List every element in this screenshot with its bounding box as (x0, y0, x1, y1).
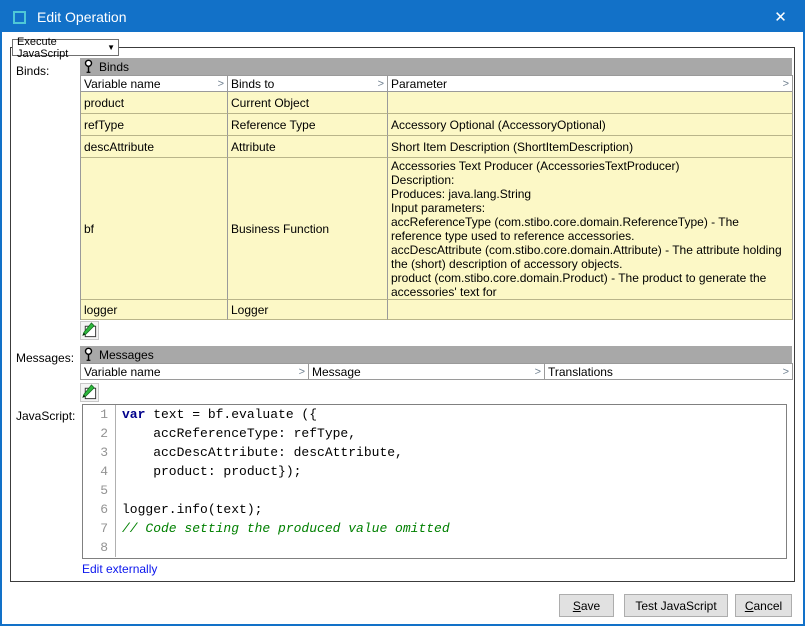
code-line: 4 product: product}); (83, 462, 786, 481)
binds-row-logger[interactable]: logger Logger (80, 300, 792, 320)
sort-icon: > (378, 78, 384, 90)
code-line: 8 (83, 538, 786, 557)
binds-row-reftype[interactable]: refType Reference Type Accessory Optiona… (80, 114, 792, 136)
messages-col-translations[interactable]: Translations > (545, 363, 793, 380)
code-line: 1 var text = bf.evaluate ({ (83, 405, 786, 424)
binds-col-parameter[interactable]: Parameter > (388, 75, 793, 92)
javascript-code-editor[interactable]: 1 var text = bf.evaluate ({ 2 accReferen… (82, 404, 787, 559)
line-number: 1 (83, 405, 116, 424)
code-comment: // Code setting the produced value omitt… (116, 519, 450, 538)
cell-parameter: Accessories Text Producer (AccessoriesTe… (388, 158, 793, 300)
sort-icon: > (218, 78, 224, 90)
edit-pencil-icon (81, 384, 98, 401)
cell-binds-to: Current Object (228, 92, 388, 114)
line-number: 8 (83, 538, 116, 557)
binds-header-row: Variable name > Binds to > Parameter > (80, 75, 792, 92)
binds-row-bf[interactable]: bf Business Function Accessories Text Pr… (80, 158, 792, 300)
code-text: logger.info(text); (116, 500, 262, 519)
cell-variable: bf (81, 158, 228, 300)
edit-operation-dialog: Edit Operation ✕ Execute JavaScript ▼ Bi… (0, 0, 805, 626)
close-icon: ✕ (774, 8, 787, 26)
sort-icon: > (783, 366, 789, 378)
cell-variable: product (81, 92, 228, 114)
operation-type-select[interactable]: Execute JavaScript ▼ (12, 39, 119, 56)
cell-variable: logger (81, 300, 228, 320)
close-button[interactable]: ✕ (758, 2, 803, 32)
code-text: accReferenceType: refType, (116, 424, 356, 443)
cell-parameter: Accessory Optional (AccessoryOptional) (388, 114, 793, 136)
line-number: 3 (83, 443, 116, 462)
messages-section-header: Messages (80, 346, 792, 363)
sort-icon: > (299, 366, 305, 378)
sort-icon: > (535, 366, 541, 378)
binds-section-title: Binds (99, 60, 129, 74)
line-number: 6 (83, 500, 116, 519)
sort-icon: > (783, 78, 789, 90)
messages-col-variable-name[interactable]: Variable name > (81, 363, 309, 380)
cell-variable: descAttribute (81, 136, 228, 158)
test-javascript-button[interactable]: Test JavaScript (624, 594, 728, 617)
line-number: 4 (83, 462, 116, 481)
code-line: 3 accDescAttribute: descAttribute, (83, 443, 786, 462)
code-text (116, 538, 122, 557)
code-line: 7 // Code setting the produced value omi… (83, 519, 786, 538)
binds-col-binds-to[interactable]: Binds to > (228, 75, 388, 92)
cancel-button[interactable]: Cancel (735, 594, 792, 617)
edit-externally-link[interactable]: Edit externally (82, 562, 157, 576)
javascript-label: JavaScript: (16, 409, 75, 423)
page-title: Edit Operation (37, 9, 127, 25)
code-text: product: product}); (116, 462, 301, 481)
binds-row-product[interactable]: product Current Object (80, 92, 792, 114)
messages-table: Messages Variable name > Message > Trans… (80, 346, 792, 380)
edit-messages-button[interactable] (80, 383, 99, 402)
code-line: 5 (83, 481, 786, 500)
cell-parameter (388, 300, 793, 320)
code-text (116, 481, 122, 500)
edit-binds-button[interactable] (80, 321, 99, 340)
binds-section-header: Binds (80, 58, 792, 75)
line-number: 5 (83, 481, 116, 500)
code-text: text = bf.evaluate ({ (145, 407, 317, 422)
messages-header-row: Variable name > Message > Translations > (80, 363, 792, 380)
messages-section-title: Messages (99, 348, 154, 362)
binds-table: Binds Variable name > Binds to > Paramet… (80, 58, 792, 320)
binds-row-descattribute[interactable]: descAttribute Attribute Short Item Descr… (80, 136, 792, 158)
cell-binds-to: Attribute (228, 136, 388, 158)
code-text: accDescAttribute: descAttribute, (116, 443, 403, 462)
messages-label: Messages: (16, 351, 74, 365)
cell-variable: refType (81, 114, 228, 136)
line-number: 7 (83, 519, 116, 538)
chevron-down-icon: ▼ (107, 43, 115, 52)
cell-binds-to: Business Function (228, 158, 388, 300)
binds-col-variable-name[interactable]: Variable name > (81, 75, 228, 92)
cell-parameter (388, 92, 793, 114)
titlebar: Edit Operation ✕ (2, 2, 803, 32)
cell-binds-to: Reference Type (228, 114, 388, 136)
cell-parameter: Short Item Description (ShortItemDescrip… (388, 136, 793, 158)
bind-pin-icon (83, 347, 94, 362)
keyword: var (122, 407, 145, 422)
bind-pin-icon (83, 59, 94, 74)
binds-label: Binds: (16, 64, 49, 78)
line-number: 2 (83, 424, 116, 443)
cell-binds-to: Logger (228, 300, 388, 320)
dialog-icon (13, 11, 26, 24)
code-line: 2 accReferenceType: refType, (83, 424, 786, 443)
code-line: 6 logger.info(text); (83, 500, 786, 519)
save-button[interactable]: Save (559, 594, 614, 617)
operation-type-value: Execute JavaScript (17, 36, 107, 60)
edit-pencil-icon (81, 322, 98, 339)
messages-col-message[interactable]: Message > (309, 363, 545, 380)
